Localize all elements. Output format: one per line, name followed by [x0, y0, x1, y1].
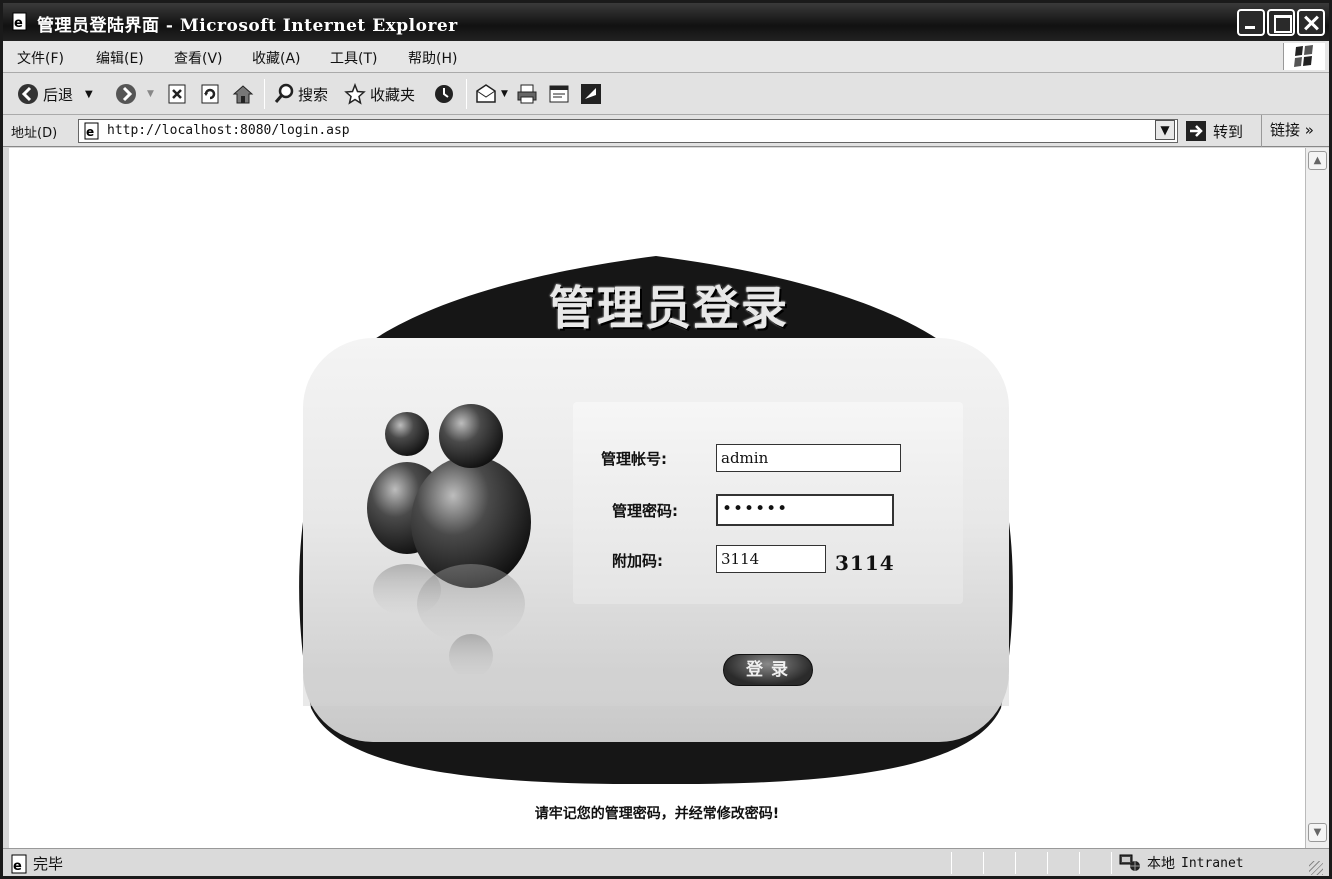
go-arrow-icon: [1186, 121, 1206, 141]
edit-page-icon: [549, 85, 569, 103]
users-icon: [367, 404, 531, 674]
code-label: 附加码:: [612, 552, 663, 570]
go-label: 转到: [1213, 122, 1244, 141]
print-button[interactable]: [516, 81, 538, 107]
resize-grip-icon[interactable]: [1309, 861, 1323, 875]
address-bar: 地址(D) e http://localhost:8080/login.asp …: [3, 115, 1329, 147]
edit-button[interactable]: [548, 81, 570, 107]
print-icon: [517, 84, 537, 104]
svg-text:e: e: [86, 125, 94, 139]
star-icon: [344, 83, 366, 105]
address-label: 地址(D): [11, 126, 58, 141]
window-title: 管理员登陆界面 - Microsoft Internet Explorer: [37, 16, 458, 36]
zone-prefix: 本地: [1147, 856, 1175, 872]
links-button[interactable]: 链接 »: [1261, 115, 1314, 147]
minimize-button[interactable]: [1237, 9, 1265, 36]
menu-help[interactable]: 帮助(H): [408, 48, 457, 68]
refresh-icon: [201, 84, 219, 104]
toolbar: 后退 ▼ ▼ 搜索 收藏夹 ▼: [3, 73, 1329, 115]
page-content: 管理员登录 管理帐号: admin 管理密码: •••••• 附加码: 3114…: [9, 148, 1305, 848]
favorites-button[interactable]: 收藏夹: [344, 81, 415, 107]
ie-page-icon: e: [12, 12, 27, 31]
menu-view[interactable]: 查看(V): [174, 48, 223, 68]
zone-name: Intranet: [1181, 855, 1244, 871]
password-tip: 请牢记您的管理密码，并经常修改密码!: [534, 806, 780, 822]
search-label: 搜索: [298, 85, 329, 104]
mail-dropdown-icon[interactable]: ▼: [501, 89, 508, 99]
address-input[interactable]: e http://localhost:8080/login.asp: [78, 119, 1178, 143]
account-label: 管理帐号:: [601, 450, 667, 468]
login-button[interactable]: 登录: [723, 654, 813, 686]
title-bar[interactable]: e 管理员登陆界面 - Microsoft Internet Explorer: [3, 3, 1329, 41]
stop-button[interactable]: [167, 81, 187, 107]
account-input[interactable]: admin: [716, 444, 901, 472]
messenger-button[interactable]: [580, 81, 602, 107]
forward-button[interactable]: ▼: [115, 81, 154, 107]
address-dropdown-icon[interactable]: ▼: [1155, 120, 1175, 140]
vertical-scrollbar[interactable]: ▲ ▼: [1305, 148, 1329, 848]
menu-favorites[interactable]: 收藏(A): [252, 48, 301, 68]
menu-tools[interactable]: 工具(T): [330, 48, 377, 68]
status-divider: [951, 852, 952, 874]
home-button[interactable]: [232, 81, 254, 107]
password-input[interactable]: ••••••: [716, 494, 894, 526]
ie-page-icon: e: [11, 854, 27, 874]
security-zone[interactable]: 本地 Intranet: [1119, 853, 1244, 873]
menu-edit[interactable]: 编辑(E): [96, 48, 144, 68]
favorites-label: 收藏夹: [370, 85, 416, 104]
history-button[interactable]: [433, 81, 455, 107]
back-label: 后退: [43, 85, 74, 104]
forward-dropdown-icon[interactable]: ▼: [147, 89, 154, 99]
forward-arrow-icon: [116, 84, 136, 104]
windows-logo-icon: [1283, 43, 1325, 70]
status-text: 完毕: [33, 855, 64, 873]
mail-icon: [476, 84, 496, 103]
menu-file[interactable]: 文件(F): [17, 48, 64, 68]
back-arrow-icon: [18, 84, 38, 104]
code-input[interactable]: 3114: [716, 545, 826, 573]
messenger-icon: [581, 84, 601, 104]
maximize-button[interactable]: [1267, 9, 1295, 36]
mail-button[interactable]: ▼: [475, 81, 508, 107]
scroll-up-icon[interactable]: ▲: [1308, 151, 1327, 170]
status-bar: e 完毕 本地 Intranet: [3, 848, 1329, 876]
intranet-icon: [1119, 854, 1140, 871]
toolbar-separator: [264, 79, 265, 109]
svg-text:e: e: [13, 859, 22, 874]
back-button[interactable]: 后退 ▼: [17, 81, 93, 107]
status-divider: [1015, 852, 1016, 874]
search-icon: [274, 83, 294, 103]
scroll-down-icon[interactable]: ▼: [1308, 823, 1327, 842]
status-divider: [1047, 852, 1048, 874]
close-button[interactable]: [1297, 9, 1325, 36]
address-url: http://localhost:8080/login.asp: [107, 123, 350, 138]
refresh-button[interactable]: [200, 81, 220, 107]
toolbar-separator: [466, 79, 467, 109]
svg-text:e: e: [14, 16, 23, 31]
browser-window: e 管理员登陆界面 - Microsoft Internet Explorer …: [0, 0, 1332, 879]
login-title: 管理员登录: [549, 281, 789, 335]
history-icon: [435, 85, 453, 103]
home-icon: [232, 85, 254, 104]
ie-page-icon: e: [84, 122, 99, 140]
search-button[interactable]: 搜索: [274, 81, 328, 107]
go-button[interactable]: 转到: [1185, 120, 1243, 142]
status-divider: [1079, 852, 1080, 874]
back-dropdown-icon[interactable]: ▼: [85, 89, 93, 100]
password-label: 管理密码:: [612, 502, 678, 520]
menu-bar: 文件(F) 编辑(E) 查看(V) 收藏(A) 工具(T) 帮助(H): [3, 41, 1329, 73]
status-divider: [983, 852, 984, 874]
status-indicator: e 完毕: [9, 853, 63, 874]
captcha-code: 3114: [835, 551, 895, 575]
stop-icon: [168, 84, 186, 104]
status-divider: [1111, 852, 1112, 874]
